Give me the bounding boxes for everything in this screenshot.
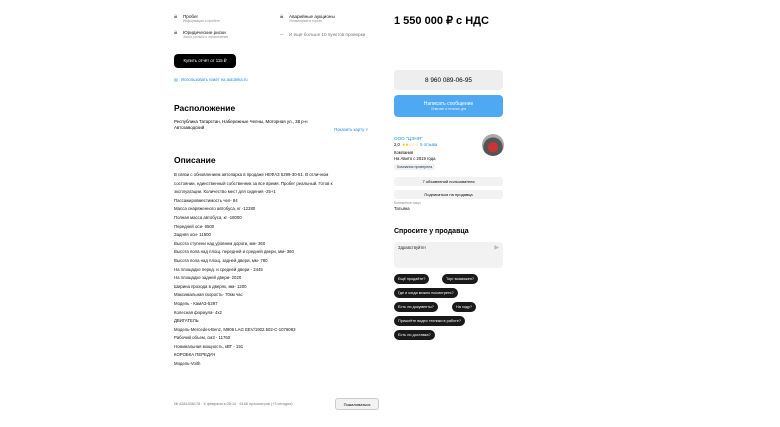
chip-video[interactable]: Пришлёте видео техники в работе? [394, 316, 465, 326]
subscribe-button[interactable]: Подписаться на продавца [394, 190, 503, 199]
description-line: Максимальная скорость- 70км час [174, 292, 243, 298]
show-map-link[interactable]: Показать карту ˅ [334, 127, 368, 132]
buy-report-button[interactable]: Купить отчёт от 115 ₽ [174, 54, 236, 68]
check-sub: Упоминание в торгах [289, 19, 323, 23]
description-line: Задняя оси- 11500 [174, 232, 211, 238]
send-icon[interactable]: ▶ [494, 244, 499, 251]
description-line: Высота ступени над уровнем дороги, мм- 3… [174, 240, 266, 246]
user-ads-button[interactable]: 7 объявлений пользователя [394, 177, 503, 186]
description-line: Модель-Voith [174, 361, 201, 367]
contact-label: Контактное лицо [394, 201, 421, 205]
document-icon: ▤ [174, 77, 178, 82]
star-icons: ★★☆☆☆ [401, 142, 419, 147]
description-line: Рабочий объем, см3 - 11760 [174, 335, 231, 341]
description-line: Ширина прохода в дверях, мм- 1200 [174, 283, 247, 289]
complain-button[interactable]: Пожаловаться [335, 398, 379, 410]
show-phone-button[interactable]: 8 960 089-06-95 [394, 70, 503, 90]
verified-badge: Компания проверена [394, 164, 436, 170]
description-line: Высота пола над площ. задней двери, мм- … [174, 257, 268, 263]
seller-avatar[interactable] [482, 134, 504, 156]
description-text: В связи с обновлением автопарка в продаж… [174, 171, 380, 369]
chip-still-selling[interactable]: Ещё продаёте? [394, 274, 430, 284]
contact-name: Татьяна [394, 206, 410, 211]
check-legal: 🔒︎ Юридические риски Залог, розыск и огр… [174, 30, 228, 39]
lock-icon: 🔒︎ [174, 14, 178, 20]
use-package-label: Использовать пакет на autoteka.ru [180, 77, 248, 82]
lock-icon: 🔒︎ [280, 14, 284, 20]
description-line: Пассажировместимость чел- 84 [174, 197, 238, 203]
description-line: Полная масса автобуса, кг -18000 [174, 214, 242, 220]
ask-message-text: Здравствуйте! [398, 245, 426, 250]
description-line: В связи с обновлением автопарка в продаж… [174, 172, 329, 177]
description-line: ДВИГАТЕЛЬ [174, 318, 199, 324]
description-line: Модель-Mercedes-Benz, M906 LAG EEV/1902.… [174, 326, 296, 332]
check-sub: Информация о пробеге [183, 19, 220, 23]
description-title: Описание [174, 155, 216, 165]
chip-where-when[interactable]: Где и когда можно посмотреть? [394, 288, 458, 298]
description-line: КОРОБКА ПЕРЕДАЧ [174, 352, 216, 358]
location-address: Республика Татарстан, Набережные Челны, … [174, 119, 308, 130]
description-line: состоянии, единственный собственник за в… [174, 180, 333, 186]
description-line: Масса снаряженного автобуса, кг -12280 [174, 206, 256, 212]
ask-seller-title: Спросите у продавца [394, 228, 469, 235]
description-line: Номинальная мощность, кВТ - 191 [174, 343, 244, 349]
check-auctions: 🔒︎ Аварийные аукционы Упоминание в торга… [280, 14, 335, 23]
reviews-link[interactable]: 5 отзыва [420, 142, 437, 147]
description-line: На площадке задней двери- 2020 [174, 275, 242, 281]
description-line: На площадке перед. и средней двери - 244… [174, 266, 263, 272]
description-line: Передней оси- 6500 [174, 223, 215, 229]
check-more: – И ещё больше 10 пунктов проверки [280, 32, 365, 38]
seller-type: Компания [394, 150, 414, 155]
description-line: эксплуатации. Количество мест для сидени… [174, 189, 276, 195]
listing-meta: № 4284336178 · 6 февраля в 08:14 · 5166 … [174, 402, 293, 406]
use-package-link[interactable]: ▤ Использовать пакет на autoteka.ru [174, 77, 248, 82]
rating-value: 2,0 [394, 142, 400, 147]
check-mileage: 🔒︎ Пробег Информация о пробеге [174, 14, 220, 23]
price: 1 550 000 ₽ с НДС [394, 15, 489, 27]
write-message-button[interactable]: Написать сообщение Отвечает в течение дн… [394, 95, 503, 117]
description-line: Высота пола над площ. передней и средней… [174, 249, 294, 255]
message-button-sub: Отвечает в течение дня [430, 107, 467, 111]
seller-since: На Авито с 2019 года [394, 156, 436, 161]
check-title: И ещё больше 10 пунктов проверки [289, 32, 366, 37]
chip-delivery[interactable]: Есть ли доставка? [394, 330, 435, 340]
chip-documents[interactable]: Есть ли документы? [394, 302, 438, 312]
chip-running[interactable]: На ходу? [452, 302, 477, 312]
description-line: Модель - КамАЗ-5297 [174, 300, 218, 306]
dash-icon: – [280, 32, 284, 38]
location-title: Расположение [174, 103, 236, 113]
ask-message-input[interactable]: Здравствуйте! ▶ [394, 242, 503, 268]
chip-bargain[interactable]: Торг возможен? [442, 274, 479, 284]
seller-rating: 2,0 ★★☆☆☆ 5 отзыва [394, 142, 437, 147]
description-line: Колесная формула- 4х2 [174, 309, 222, 315]
seller-name-link[interactable]: ООО "ЦЭНЯ" [394, 136, 423, 141]
check-sub: Залог, розыск и ограничения [183, 35, 229, 39]
lock-icon: 🔒︎ [174, 30, 178, 36]
